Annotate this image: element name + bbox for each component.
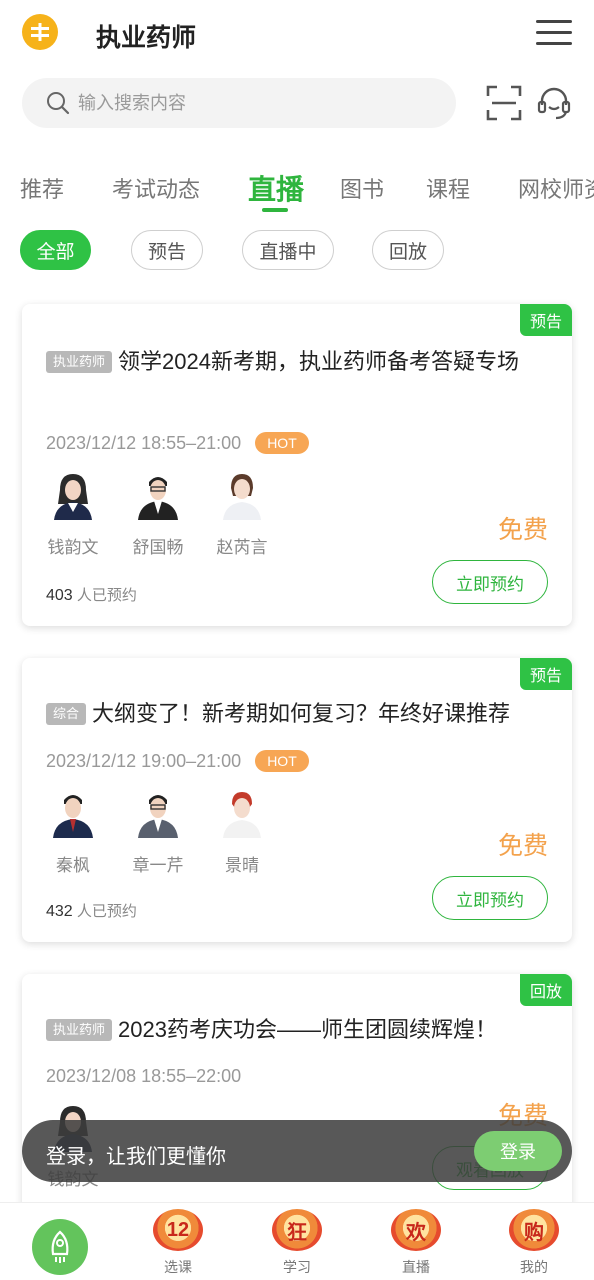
search-bar[interactable] <box>22 78 456 128</box>
login-button[interactable]: 登录 <box>474 1131 562 1171</box>
teacher[interactable]: 赵芮言 <box>207 470 277 558</box>
nav-badge-icon: 购 <box>509 1209 559 1251</box>
nav-item-courses[interactable]: 12 选课 <box>138 1209 218 1277</box>
active-tab-indicator <box>262 208 288 212</box>
teacher[interactable]: 章一芹 <box>123 788 193 876</box>
app-header: 执业药师 <box>0 0 594 70</box>
bottom-nav: 12 选课 狂 学习 欢 直播 购 我的 <box>0 1202 594 1280</box>
tab-teachers[interactable]: 网校师资 <box>518 172 594 204</box>
category-tag: 执业药师 <box>46 351 113 373</box>
category-tag: 执业药师 <box>46 1019 113 1041</box>
tab-books[interactable]: 图书 <box>340 172 384 204</box>
live-card[interactable]: 预告 综合 大纲变了！新考期如何复习？年终好课推荐 2023/12/12 19:0… <box>22 658 572 942</box>
app-title: 执业药师 <box>96 24 197 52</box>
teacher-avatar <box>223 474 261 520</box>
teacher-avatar <box>138 477 178 520</box>
menu-icon[interactable] <box>536 20 572 48</box>
card-title: 执业药师 领学2024新考期，执业药师备考答疑专场 <box>46 344 546 380</box>
price-label: 免费 <box>497 832 548 860</box>
card-time: 2023/12/12 19:00–21:00 HOT <box>46 750 309 772</box>
category-tag: 综合 <box>46 703 87 725</box>
nav-badge-icon: 欢 <box>391 1209 441 1251</box>
filter-preview[interactable]: 预告 <box>131 230 203 270</box>
teacher-avatar <box>53 795 93 838</box>
tab-courses[interactable]: 课程 <box>426 172 470 204</box>
filter-live[interactable]: 直播中 <box>242 230 334 270</box>
nav-item-mine[interactable]: 购 我的 <box>494 1209 574 1277</box>
toast-text: 登录，让我们更懂你 <box>46 1146 226 1168</box>
nav-item-study[interactable]: 狂 学习 <box>257 1209 337 1277</box>
teacher[interactable]: 钱韵文 <box>38 470 108 558</box>
search-icon <box>47 92 70 115</box>
price-label: 免费 <box>497 516 548 544</box>
teacher-avatar <box>223 792 261 838</box>
tab-recommend[interactable]: 推荐 <box>20 172 64 204</box>
teacher[interactable]: 景晴 <box>207 788 277 876</box>
reserve-button[interactable]: 立即预约 <box>432 560 548 604</box>
reservation-count: 403 人已预约 <box>46 587 137 604</box>
tab-live[interactable]: 直播 <box>248 168 304 208</box>
card-time: 2023/12/08 18:55–22:00 <box>46 1066 242 1086</box>
nav-badge-icon: 狂 <box>272 1209 322 1251</box>
app-logo-icon <box>22 14 58 50</box>
teacher[interactable]: 舒国畅 <box>123 470 193 558</box>
reservation-count: 432 人已预约 <box>46 903 137 920</box>
customer-service-icon[interactable] <box>536 85 572 121</box>
nav-item-live[interactable]: 欢 直播 <box>376 1209 456 1277</box>
card-title: 执业药师 2023药考庆功会——师生团圆续辉煌！ <box>46 1012 546 1048</box>
filter-all[interactable]: 全部 <box>20 230 91 270</box>
filter-replay[interactable]: 回放 <box>372 230 444 270</box>
teacher-avatar <box>54 474 92 520</box>
card-time: 2023/12/12 18:55–21:00 HOT <box>46 432 309 454</box>
teacher-avatar <box>138 795 178 838</box>
hot-badge: HOT <box>255 432 309 454</box>
teacher[interactable]: 秦枫 <box>38 788 108 876</box>
category-tabs: 推荐 考试动态 直播 图书 课程 网校师资 <box>0 160 594 216</box>
tab-exam-news[interactable]: 考试动态 <box>112 172 200 204</box>
status-badge: 预告 <box>520 304 572 336</box>
reserve-button[interactable]: 立即预约 <box>432 876 548 920</box>
live-card[interactable]: 预告 执业药师 领学2024新考期，执业药师备考答疑专场 2023/12/12 1… <box>22 304 572 626</box>
status-badge: 预告 <box>520 658 572 690</box>
nav-badge-icon: 12 <box>153 1209 203 1251</box>
card-title: 综合 大纲变了！新考期如何复习？年终好课推荐 <box>46 696 546 732</box>
scan-icon[interactable] <box>486 85 522 121</box>
hot-badge: HOT <box>255 750 309 772</box>
rocket-icon[interactable] <box>32 1219 88 1275</box>
search-input[interactable] <box>78 92 408 114</box>
status-badge: 回放 <box>520 974 572 1006</box>
login-toast: 登录，让我们更懂你 登录 <box>22 1120 572 1182</box>
